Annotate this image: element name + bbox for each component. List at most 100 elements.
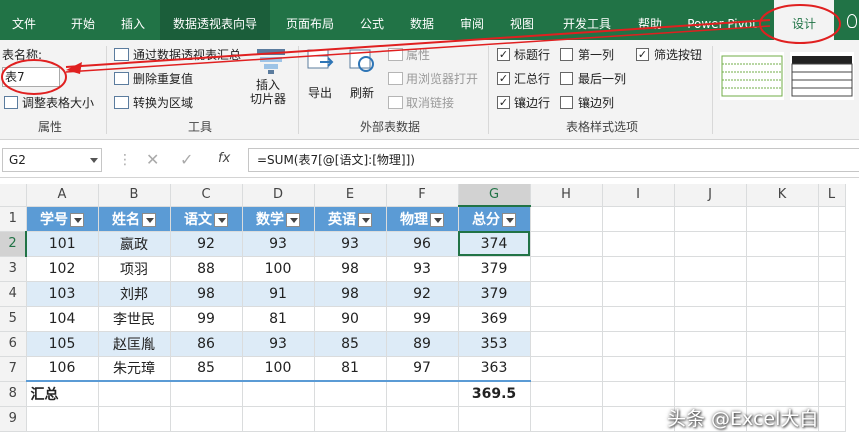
- cell[interactable]: [602, 231, 675, 257]
- cell[interactable]: [674, 356, 747, 382]
- cell[interactable]: 97: [386, 356, 459, 382]
- col-header[interactable]: C: [170, 184, 243, 207]
- cell[interactable]: [818, 356, 846, 382]
- col-header[interactable]: B: [98, 184, 171, 207]
- filter-button-checkbox[interactable]: ✓: [636, 48, 649, 61]
- cell[interactable]: [818, 406, 846, 432]
- col-header[interactable]: D: [242, 184, 315, 207]
- cell[interactable]: 353: [458, 331, 531, 357]
- cell[interactable]: 104: [26, 306, 99, 332]
- header-row-checkbox[interactable]: ✓: [497, 48, 510, 61]
- cell[interactable]: 103: [26, 281, 99, 307]
- cell[interactable]: [818, 256, 846, 282]
- cell[interactable]: [602, 356, 675, 382]
- header-cell[interactable]: 物理: [386, 206, 459, 232]
- refresh-button[interactable]: 刷新: [344, 48, 380, 114]
- tablename-input[interactable]: 表7: [2, 67, 60, 87]
- cell[interactable]: [746, 206, 819, 232]
- cell[interactable]: [458, 406, 531, 432]
- tab-data[interactable]: 数据: [400, 0, 444, 40]
- cell[interactable]: 90: [314, 306, 387, 332]
- cell[interactable]: [242, 380, 315, 407]
- cell[interactable]: [818, 331, 846, 357]
- enter-icon[interactable]: ✓: [180, 150, 193, 169]
- cell[interactable]: 379: [458, 281, 531, 307]
- cell[interactable]: 朱元璋: [98, 356, 171, 382]
- cell[interactable]: [818, 306, 846, 332]
- filter-dropdown-icon[interactable]: [286, 212, 300, 227]
- cell[interactable]: [602, 381, 675, 407]
- cell[interactable]: [314, 380, 387, 407]
- total-row-checkbox[interactable]: ✓: [497, 72, 510, 85]
- cell[interactable]: [746, 306, 819, 332]
- cell[interactable]: 102: [26, 256, 99, 282]
- tab-formulas[interactable]: 公式: [350, 0, 394, 40]
- cell[interactable]: 99: [386, 306, 459, 332]
- cell[interactable]: 91: [242, 281, 315, 307]
- filter-dropdown-icon[interactable]: [142, 212, 156, 227]
- cell[interactable]: 363: [458, 356, 531, 382]
- remove-duplicates-button[interactable]: 删除重复值: [133, 70, 193, 87]
- tab-view[interactable]: 视图: [500, 0, 544, 40]
- first-col-checkbox[interactable]: [560, 48, 573, 61]
- col-header[interactable]: F: [386, 184, 459, 207]
- cell[interactable]: [530, 256, 603, 282]
- tab-home[interactable]: 开始: [58, 0, 108, 40]
- col-header[interactable]: L: [818, 184, 846, 207]
- cell[interactable]: [674, 256, 747, 282]
- cell[interactable]: 93: [386, 256, 459, 282]
- cell[interactable]: [818, 381, 846, 407]
- row-header[interactable]: 2: [0, 231, 27, 257]
- col-header[interactable]: J: [674, 184, 747, 207]
- cell[interactable]: 81: [242, 306, 315, 332]
- cell[interactable]: 98: [170, 281, 243, 307]
- cell[interactable]: 98: [314, 256, 387, 282]
- cell[interactable]: 刘邦: [98, 281, 171, 307]
- cell[interactable]: 101: [26, 231, 99, 257]
- cell[interactable]: 93: [242, 231, 315, 257]
- row-header[interactable]: 1: [0, 206, 27, 232]
- cell[interactable]: 89: [386, 331, 459, 357]
- col-header[interactable]: I: [602, 184, 675, 207]
- cell[interactable]: [746, 356, 819, 382]
- cell[interactable]: [530, 356, 603, 382]
- header-cell[interactable]: 学号: [26, 206, 99, 232]
- select-all-corner[interactable]: [0, 184, 27, 207]
- filter-dropdown-icon[interactable]: [430, 212, 444, 227]
- row-header[interactable]: 5: [0, 306, 27, 332]
- namebox-dropdown-icon[interactable]: [90, 158, 98, 163]
- cell[interactable]: [602, 206, 675, 232]
- cell[interactable]: 92: [386, 281, 459, 307]
- table-style-dark[interactable]: [790, 52, 854, 100]
- filter-dropdown-icon[interactable]: [358, 212, 372, 227]
- cell[interactable]: [530, 206, 603, 232]
- col-header[interactable]: H: [530, 184, 603, 207]
- total-value-cell[interactable]: 369.5: [458, 380, 531, 407]
- properties-button[interactable]: 属性: [406, 46, 430, 63]
- tab-design[interactable]: 设计: [774, 0, 834, 40]
- header-cell[interactable]: 数学: [242, 206, 315, 232]
- cell[interactable]: 项羽: [98, 256, 171, 282]
- header-cell[interactable]: 语文: [170, 206, 243, 232]
- cell[interactable]: [674, 206, 747, 232]
- cell[interactable]: 81: [314, 356, 387, 382]
- row-header[interactable]: 9: [0, 406, 27, 432]
- cell[interactable]: 赵匡胤: [98, 331, 171, 357]
- cell[interactable]: 86: [170, 331, 243, 357]
- cell[interactable]: 379: [458, 256, 531, 282]
- col-header[interactable]: A: [26, 184, 99, 207]
- cell[interactable]: [530, 381, 603, 407]
- cell[interactable]: 嬴政: [98, 231, 171, 257]
- tab-help[interactable]: 帮助: [628, 0, 672, 40]
- cell[interactable]: [386, 380, 459, 407]
- formula-input[interactable]: =SUM(表7[@[语文]:[物理]]): [248, 148, 859, 172]
- cell[interactable]: [386, 406, 459, 432]
- cell[interactable]: [818, 206, 846, 232]
- row-header[interactable]: 3: [0, 256, 27, 282]
- cell[interactable]: [746, 331, 819, 357]
- export-button[interactable]: 导出: [302, 48, 338, 114]
- filter-dropdown-icon[interactable]: [502, 212, 516, 227]
- open-in-browser-button[interactable]: 用浏览器打开: [406, 70, 478, 87]
- cell[interactable]: [746, 381, 819, 407]
- row-header[interactable]: 6: [0, 331, 27, 357]
